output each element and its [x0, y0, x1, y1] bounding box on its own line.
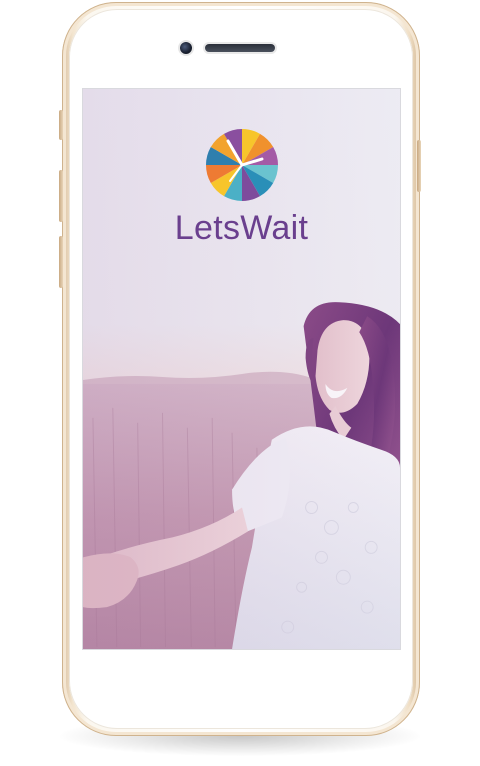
- volume-up-button: [59, 170, 63, 222]
- brand-part-2: Wait: [240, 209, 309, 247]
- device-mockup: LetsWait: [0, 0, 480, 766]
- silent-switch: [59, 110, 63, 140]
- power-button: [417, 140, 421, 192]
- camera-icon: [180, 42, 192, 54]
- volume-down-button: [59, 236, 63, 288]
- clock-wheel-icon: [205, 129, 278, 201]
- home-area[interactable]: [200, 666, 280, 726]
- brand-part-1: Lets: [174, 209, 241, 247]
- brand-block: LetsWait: [83, 127, 400, 245]
- brand-wordmark: LetsWait: [83, 211, 400, 245]
- app-screen[interactable]: LetsWait: [82, 88, 401, 650]
- speaker-icon: [205, 44, 275, 52]
